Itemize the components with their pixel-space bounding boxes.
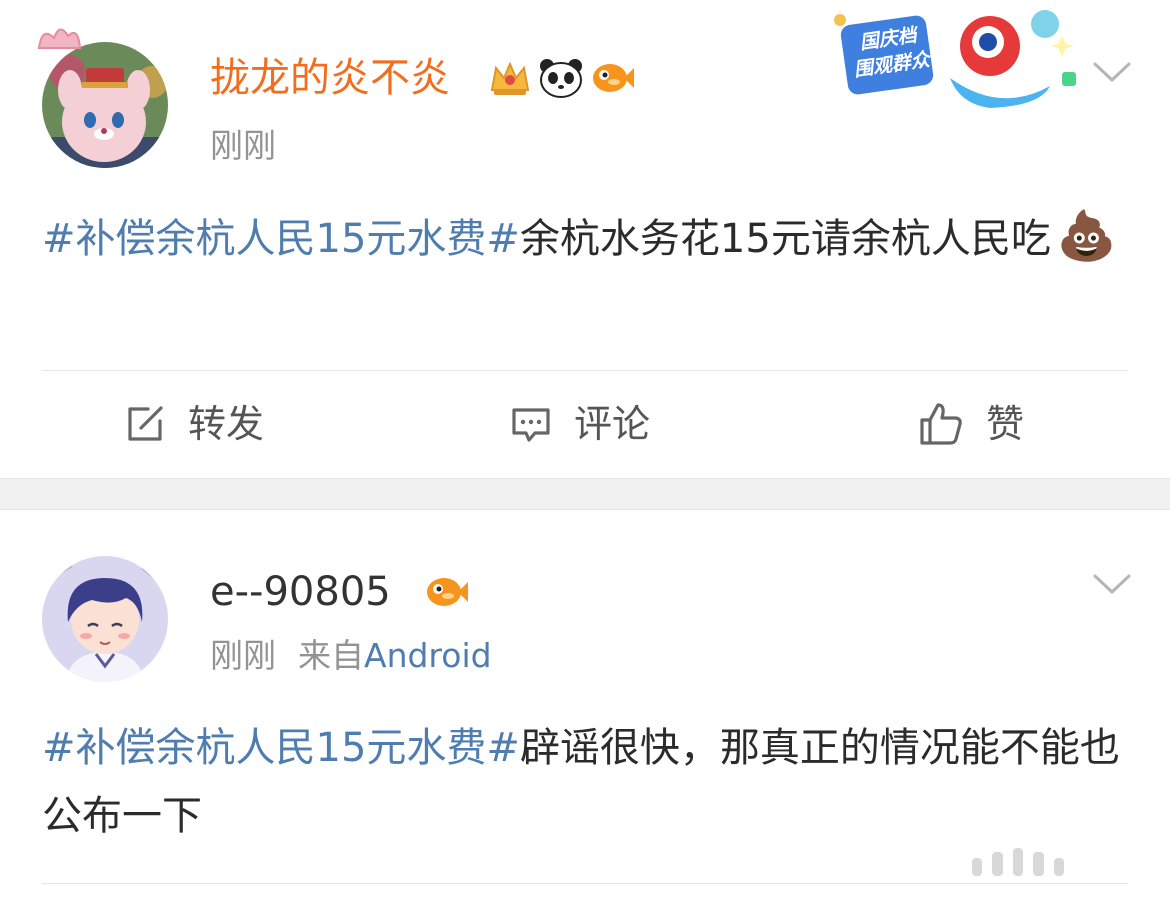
repost-icon (128, 406, 163, 441)
avatar[interactable] (42, 42, 168, 168)
like-button[interactable]: 赞 (918, 401, 1024, 447)
user-badges (424, 570, 470, 614)
topic-link[interactable]: #补偿余杭人民15元水费# (42, 216, 520, 262)
action-bar: 转发 评论 赞 (0, 371, 1170, 477)
post-content: #补偿余杭人民15元水费#辟谣很快，那真正的情况能不能也公布一下 (42, 714, 1132, 850)
source-prefix: 来自 (298, 636, 364, 675)
divider-line (42, 883, 1128, 884)
feed-separator (0, 478, 1170, 510)
post-time: 刚刚 (210, 126, 276, 165)
national-day-banner[interactable]: 国庆档 围观群众 (830, 6, 1080, 116)
post-time: 刚刚 (210, 636, 276, 675)
avatar[interactable] (42, 556, 168, 682)
poop-emoji-icon: 💩 (1056, 208, 1117, 264)
chevron-down-icon[interactable] (1092, 572, 1132, 596)
weibo-post-1: 拢龙的炎不炎 刚刚 国庆档 围观群众 #补偿余杭人民15元水费#余杭水务花15元… (0, 0, 1170, 478)
username[interactable]: e--90805 (210, 568, 391, 616)
comment-icon (512, 408, 550, 442)
repost-button[interactable]: 转发 (124, 401, 264, 447)
source-link[interactable]: Android (364, 636, 492, 675)
repost-label: 转发 (188, 402, 265, 446)
post-meta: 刚刚 (210, 126, 276, 166)
like-label: 赞 (986, 402, 1025, 446)
banner-text: 国庆档 围观群众 (852, 24, 931, 82)
fish-icon[interactable] (590, 56, 636, 100)
topic-link[interactable]: #补偿余杭人民15元水费# (42, 725, 520, 771)
post-content: #补偿余杭人民15元水费#余杭水务花15元请余杭人民吃 💩 (42, 202, 1132, 273)
username[interactable]: 拢龙的炎不炎 (210, 54, 450, 102)
chevron-down-icon[interactable] (1092, 60, 1132, 84)
bunny-ears-decoration-icon (37, 28, 82, 49)
user-badges (488, 56, 636, 100)
crown-icon[interactable] (488, 56, 532, 100)
post-text: 余杭水务花15元请余杭人民吃 (519, 216, 1051, 262)
fish-icon[interactable] (424, 570, 470, 614)
comment-button[interactable]: 评论 (510, 401, 650, 447)
panda-icon[interactable] (538, 56, 584, 100)
comment-label: 评论 (574, 402, 651, 446)
post-meta: 刚刚 来自Android (210, 636, 492, 676)
watermark-bars-icon (972, 848, 1065, 876)
thumbs-up-icon (920, 403, 962, 445)
weibo-post-2: e--90805 刚刚 来自Android #补偿余杭人民15元水费#辟谣很快，那… (0, 510, 1170, 899)
